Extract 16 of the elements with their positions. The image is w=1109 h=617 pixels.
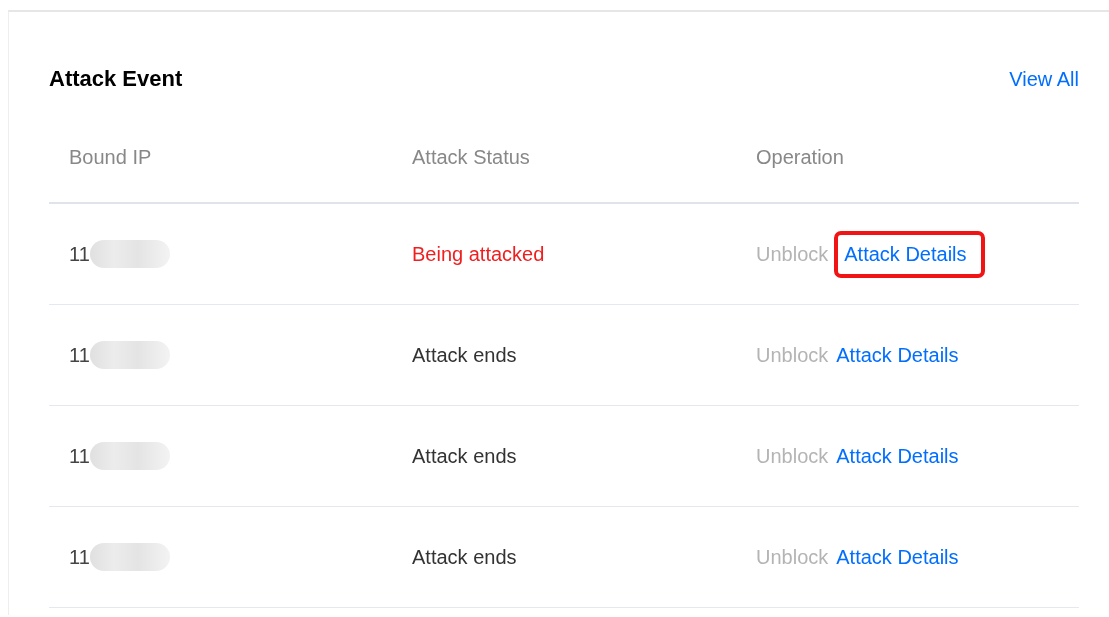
attack-details-link[interactable]: Attack Details: [836, 335, 959, 375]
ip-text: 11: [69, 343, 90, 367]
attack-details-link[interactable]: Attack Details: [836, 537, 959, 577]
status-text: Being attacked: [412, 242, 546, 266]
status-text: Attack ends: [412, 343, 518, 367]
column-header: Operation: [756, 146, 845, 169]
ip-text: 11: [69, 242, 90, 266]
ip-text: 11: [69, 444, 90, 468]
status-text: Attack ends: [412, 545, 518, 569]
attack-details-link[interactable]: Attack Details: [836, 436, 959, 476]
card-title: Attack Event: [49, 66, 183, 92]
column-header: Bound IP: [69, 146, 153, 169]
status-text: Attack ends: [412, 444, 518, 468]
ip-text: 11: [69, 545, 90, 569]
column-header: Attack Status: [412, 146, 531, 169]
view-all-link[interactable]: View All: [1009, 67, 1079, 91]
